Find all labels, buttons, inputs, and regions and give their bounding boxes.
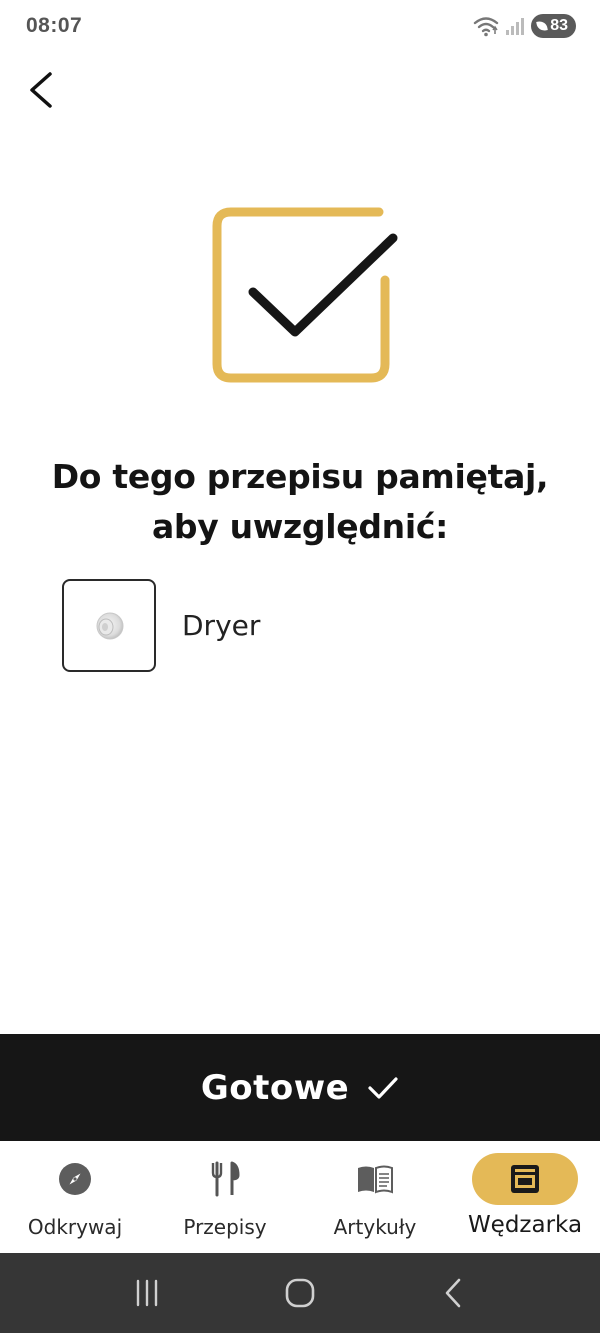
nav-label-przepisy: Przepisy (183, 1215, 267, 1239)
home-icon (285, 1278, 315, 1308)
battery-saver-icon (536, 20, 548, 32)
battery-icon: 83 (531, 14, 576, 38)
item-thumbnail (62, 579, 156, 672)
home-button[interactable] (270, 1263, 330, 1323)
required-item: Dryer (62, 579, 260, 672)
reminder-heading: Do tego przepisu pamiętaj, aby uwzględni… (0, 452, 600, 552)
check-icon (368, 1076, 398, 1099)
recent-apps-icon (136, 1279, 157, 1307)
done-button-label: Gotowe (200, 1067, 350, 1108)
checkbox-checked-icon (212, 207, 398, 383)
nav-item-przepisy[interactable]: Przepisy (150, 1141, 300, 1253)
chevron-left-icon (30, 72, 52, 108)
nav-item-wedzarka[interactable]: Wędzarka (450, 1141, 600, 1253)
compass-icon (58, 1161, 92, 1197)
back-button[interactable] (18, 68, 62, 112)
dryer-puck-icon (96, 612, 124, 639)
battery-level: 83 (550, 17, 568, 34)
system-back-button[interactable] (423, 1263, 483, 1323)
smoker-oven-icon (510, 1161, 540, 1197)
open-book-icon (356, 1161, 394, 1197)
reminder-heading-line1: Do tego przepisu pamiętaj, (51, 457, 549, 496)
nav-label-wedzarka: Wędzarka (467, 1212, 583, 1238)
done-button[interactable]: Gotowe (0, 1034, 600, 1141)
nav-item-odkrywaj[interactable]: Odkrywaj (0, 1141, 150, 1253)
system-navigation-bar (0, 1253, 600, 1333)
back-icon (446, 1278, 461, 1308)
signal-icon (506, 18, 525, 35)
recent-apps-button[interactable] (117, 1263, 177, 1323)
nav-label-odkrywaj: Odkrywaj (27, 1215, 123, 1239)
item-name: Dryer (182, 609, 261, 642)
status-icons: 83 (473, 14, 576, 38)
fork-knife-icon (210, 1161, 240, 1197)
status-time: 08:07 (26, 14, 83, 37)
reminder-heading-line2: aby uwzględnić: (151, 507, 449, 546)
wifi-icon (474, 17, 499, 37)
status-bar: 08:07 83 (0, 0, 600, 56)
nav-label-artykuly: Artykuły (333, 1215, 417, 1239)
bottom-navigation: Odkrywaj Przepisy Artykuły Wędzarka (0, 1141, 600, 1253)
nav-item-artykuly[interactable]: Artykuły (300, 1141, 450, 1253)
